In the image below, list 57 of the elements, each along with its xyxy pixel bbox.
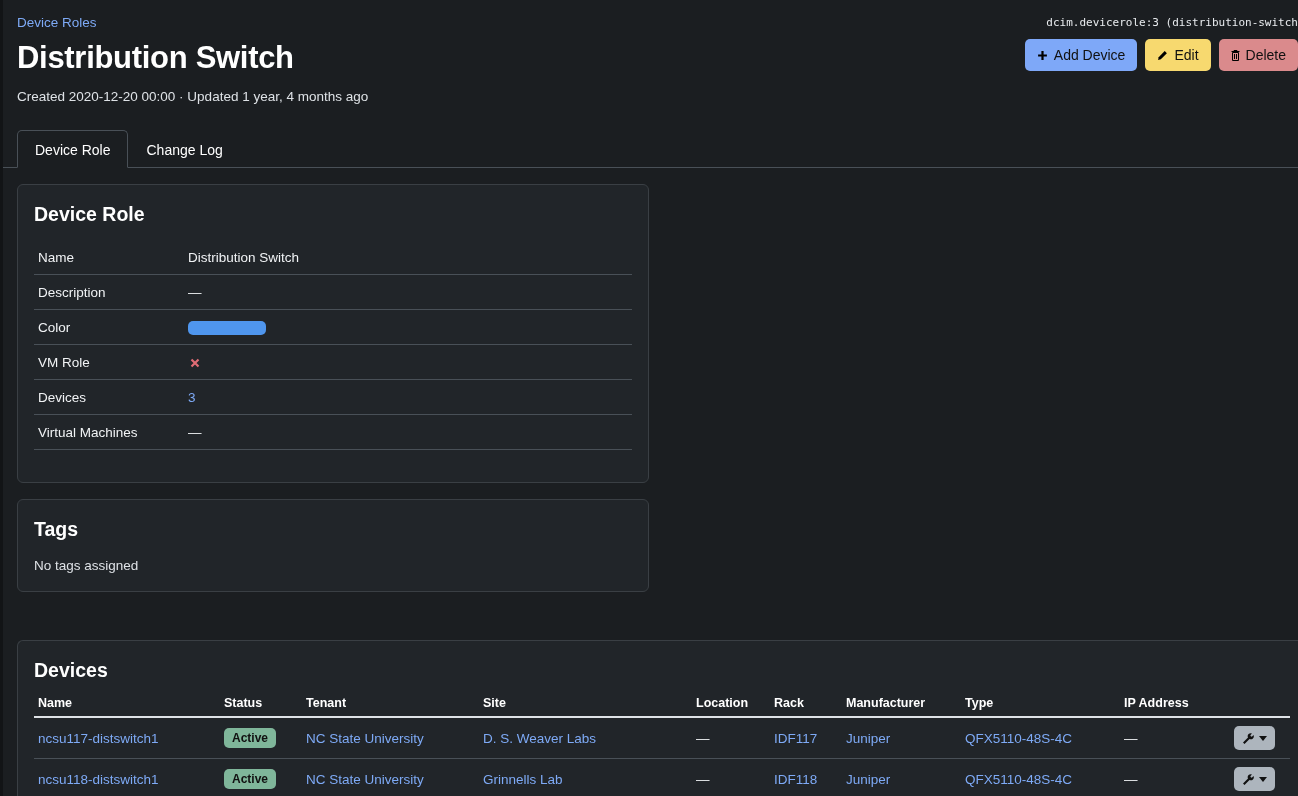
card-title: Devices: [34, 659, 109, 682]
wrench-icon: [1242, 732, 1254, 744]
table-link[interactable]: QFX5110-48S-4C: [965, 771, 1073, 787]
table-link[interactable]: D. S. Weaver Labs: [483, 730, 597, 746]
card-title: Device Role: [34, 203, 146, 226]
field-value: —: [188, 424, 202, 440]
object-identifier: dcim.devicerole:3 (distribution-switch: [1046, 16, 1298, 29]
devices-count-link[interactable]: 3: [188, 389, 196, 405]
pencil-icon: [1157, 49, 1169, 61]
timestamps-text: Created 2020-12-20 00:00 · Updated 1 year, 4 months ago: [17, 89, 369, 104]
table-link[interactable]: NC State University: [306, 771, 424, 787]
table-link[interactable]: Juniper: [846, 730, 891, 746]
table-cell: —: [692, 717, 770, 759]
column-header: Tenant: [302, 696, 479, 717]
column-header: Status: [220, 696, 302, 717]
tab[interactable]: Device Role: [17, 130, 129, 168]
trash-icon: [1230, 49, 1240, 61]
wrench-icon: [1242, 773, 1254, 785]
add-button[interactable]: Add Device: [1024, 39, 1138, 71]
column-header: Site: [479, 696, 692, 717]
delete-button[interactable]: Delete: [1218, 39, 1298, 71]
device-link[interactable]: ncsu118-distswitch1: [38, 771, 159, 787]
column-header: Manufacturer: [842, 696, 961, 717]
table-link[interactable]: Juniper: [846, 771, 891, 787]
field-label: Name: [34, 240, 184, 275]
tab[interactable]: Change Log: [128, 130, 241, 168]
column-header: Rack: [770, 696, 842, 717]
field-label: Description: [34, 274, 184, 310]
field-value: —: [188, 284, 202, 300]
caret-icon: [1259, 735, 1267, 741]
field-label: Devices: [34, 379, 184, 415]
actions-dropdown-button[interactable]: [1234, 726, 1275, 750]
table-link[interactable]: IDF118: [774, 771, 818, 787]
breadcrumb-link[interactable]: Device Roles: [17, 15, 97, 30]
column-header: IP Address: [1120, 696, 1236, 717]
card-title: Tags: [34, 518, 80, 541]
edit-button[interactable]: Edit: [1145, 39, 1211, 71]
table-cell: —: [692, 758, 770, 796]
table-link[interactable]: QFX5110-48S-4C: [965, 730, 1073, 746]
table-link[interactable]: IDF117: [774, 730, 818, 746]
column-header: Type: [961, 696, 1120, 717]
field-label: VM Role: [34, 344, 184, 380]
status-badge: Active: [224, 769, 277, 789]
caret-icon: [1259, 776, 1267, 782]
field-value: Distribution Switch: [188, 249, 300, 265]
field-label: Virtual Machines: [34, 414, 184, 450]
table-link[interactable]: Grinnells Lab: [483, 771, 563, 787]
column-header: Location: [692, 696, 770, 717]
status-badge: Active: [224, 728, 277, 748]
field-label: Color: [34, 309, 184, 345]
actions-dropdown-button[interactable]: [1234, 767, 1275, 791]
empty-text: No tags assigned: [34, 558, 140, 573]
table-link[interactable]: NC State University: [306, 730, 424, 746]
column-header: Name: [34, 696, 220, 717]
device-link[interactable]: ncsu117-distswitch1: [38, 730, 159, 746]
plus-icon: [1036, 49, 1048, 61]
page-title: Distribution Switch: [17, 40, 295, 76]
